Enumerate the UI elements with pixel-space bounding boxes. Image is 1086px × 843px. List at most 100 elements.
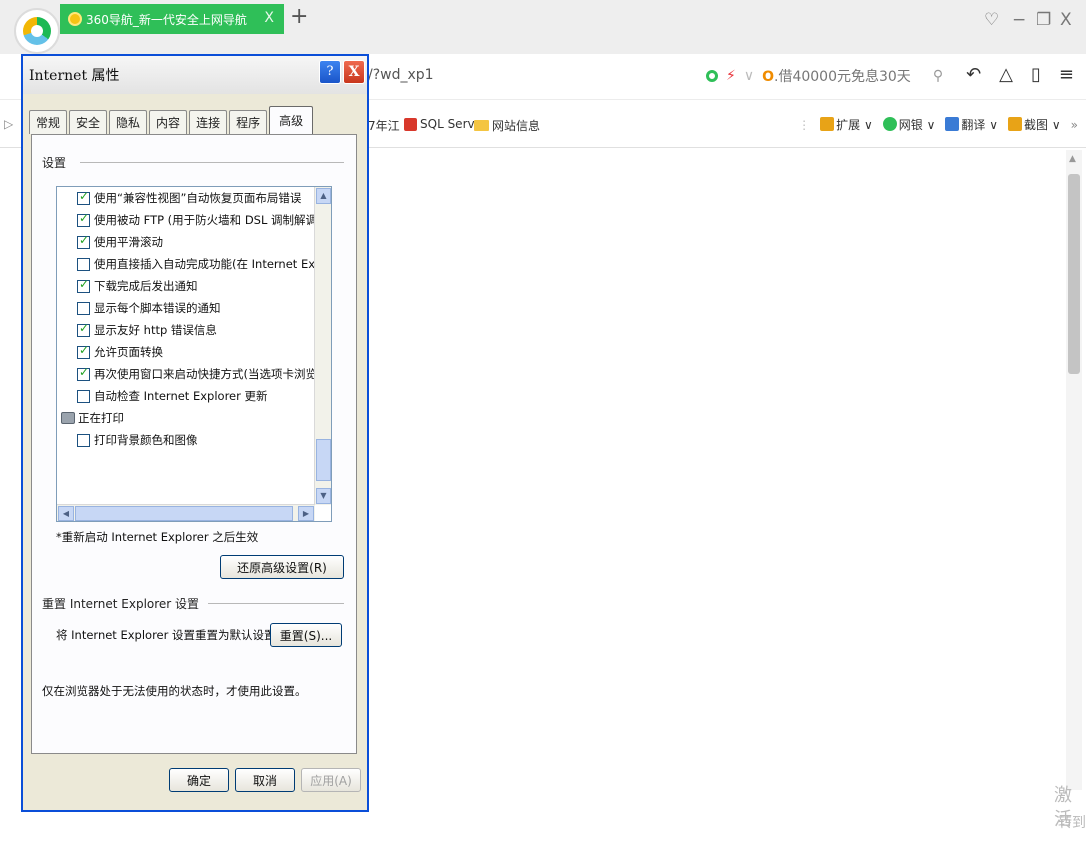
browser-tab[interactable]: 360导航_新一代安全上网导航 X: [60, 4, 284, 34]
setting-download-notify[interactable]: 下载完成后发出通知: [77, 275, 198, 297]
extensions-button[interactable]: 扩展 ∨: [820, 116, 873, 133]
scroll-up-arrow-icon[interactable]: ▲: [316, 188, 331, 204]
setting-friendly-http-errors[interactable]: 显示友好 http 错误信息: [77, 319, 217, 341]
help-button[interactable]: ?: [319, 60, 341, 84]
vertical-scroll-thumb[interactable]: [316, 439, 331, 481]
checkbox[interactable]: [77, 389, 90, 403]
checkbox[interactable]: [77, 277, 90, 293]
setting-reuse-windows[interactable]: 再次使用窗口来启动快捷方式(当选项卡浏览关闭时): [77, 363, 315, 385]
more-icon[interactable]: »: [1071, 118, 1078, 132]
checkbox[interactable]: [77, 301, 90, 315]
horizontal-scroll-thumb[interactable]: [75, 506, 293, 521]
setting-print-background[interactable]: 打印背景颜色和图像: [77, 429, 198, 451]
url-field[interactable]: /?wd_xp1: [368, 67, 434, 83]
group-label: 正在打印: [78, 411, 124, 425]
extensions-label: 扩展: [836, 118, 861, 132]
setting-passive-ftp[interactable]: 使用被动 FTP (用于防火墙和 DSL 调制解调器的兼容: [77, 209, 315, 231]
netbank-icon: [882, 117, 897, 131]
dialog-titlebar[interactable]: Internet 属性 ? X: [23, 56, 367, 94]
ok-button[interactable]: 确定: [169, 768, 229, 792]
setting-compat-view[interactable]: 使用“兼容性视图”自动恢复页面布局错误: [77, 187, 301, 209]
tab-connections[interactable]: 连接: [189, 110, 228, 134]
phone-icon[interactable]: ▯: [1031, 64, 1041, 85]
tab-close-button[interactable]: X: [264, 10, 274, 26]
setting-smooth-scroll[interactable]: 使用平滑滚动: [77, 231, 163, 253]
reset-divider: [208, 603, 344, 604]
setting-auto-update-check[interactable]: 自动检查 Internet Explorer 更新: [77, 385, 268, 407]
scroll-down-arrow-icon[interactable]: ▼: [316, 488, 331, 504]
tab-security[interactable]: 安全: [69, 110, 108, 134]
search-icon[interactable]: ⚲: [933, 68, 943, 84]
page-scrollbar[interactable]: ▲: [1066, 150, 1082, 790]
speed-mode-icon[interactable]: ⚡: [726, 68, 736, 84]
close-window-button[interactable]: X: [1060, 10, 1072, 30]
tab-title: 360导航_新一代安全上网导航: [86, 12, 247, 27]
checkbox[interactable]: [77, 233, 90, 249]
translate-label: 翻译: [961, 118, 986, 132]
settings-vertical-scrollbar[interactable]: ▲ ▼: [314, 187, 331, 505]
page-scroll-thumb[interactable]: [1068, 174, 1080, 374]
bookmarks-scroll-left-icon[interactable]: ▷: [4, 117, 13, 131]
new-tab-button[interactable]: +: [290, 6, 308, 28]
checkbox[interactable]: [77, 257, 90, 271]
scroll-left-arrow-icon[interactable]: ◀: [58, 506, 74, 521]
browser-logo-icon[interactable]: [14, 8, 60, 54]
dialog-title: Internet 属性: [29, 68, 120, 84]
tab-general[interactable]: 常规: [29, 110, 68, 134]
menu-icon[interactable]: ≡: [1059, 64, 1074, 85]
bookmark-item-folder[interactable]: 网站信息: [474, 117, 540, 134]
dropdown-chevron-icon[interactable]: ∨: [744, 68, 754, 84]
security-shield-icon[interactable]: [706, 70, 718, 82]
cancel-button[interactable]: 取消: [235, 768, 295, 792]
separator-icon: ⋮: [798, 117, 811, 132]
cloud-icon[interactable]: △: [999, 64, 1013, 85]
checkbox[interactable]: [77, 211, 90, 227]
netbank-button[interactable]: 网银 ∨: [882, 116, 935, 133]
translate-button[interactable]: 翻译 ∨: [945, 116, 998, 133]
activate-windows-watermark-sub: 转到: [1058, 815, 1086, 831]
scroll-up-icon[interactable]: ▲: [1069, 154, 1076, 164]
setting-label: 使用直接插入自动完成功能(在 Internet Explorer 】: [94, 257, 315, 271]
dialog-tabs: 常规 安全 隐私 内容 连接 程序 高级: [29, 106, 315, 134]
tab-programs[interactable]: 程序: [229, 110, 268, 134]
bookmark-label: 网站信息: [492, 119, 541, 133]
restore-button[interactable]: ❐: [1036, 10, 1051, 30]
restore-advanced-button[interactable]: 还原高级设置(R): [220, 555, 344, 579]
reset-button[interactable]: 重置(S)...: [270, 623, 342, 647]
checkbox[interactable]: [77, 321, 90, 337]
setting-label: 打印背景颜色和图像: [94, 433, 198, 447]
setting-label: 再次使用窗口来启动快捷方式(当选项卡浏览关闭时): [94, 367, 315, 381]
setting-label: 允许页面转换: [94, 345, 163, 359]
setting-script-error-notify[interactable]: 显示每个脚本错误的通知: [77, 297, 221, 319]
bookmark-item-1[interactable]: 7年江: [368, 117, 400, 134]
apply-button[interactable]: 应用(A): [301, 768, 361, 792]
pin-icon[interactable]: ♡: [984, 10, 999, 30]
reset-warning: 仅在浏览器处于无法使用的状态时，才使用此设置。: [42, 684, 307, 698]
minimize-button[interactable]: −: [1012, 10, 1026, 30]
checkbox[interactable]: [77, 365, 90, 381]
undo-icon[interactable]: ↶: [966, 64, 981, 85]
extension-bar: ⋮ 扩展 ∨ 网银 ∨ 翻译 ∨ 截图 ∨ »: [798, 116, 1078, 133]
settings-horizontal-scrollbar[interactable]: ◀ ▶: [57, 504, 315, 521]
checkbox[interactable]: [77, 189, 90, 205]
checkbox[interactable]: [77, 433, 90, 447]
setting-page-transitions[interactable]: 允许页面转换: [77, 341, 163, 363]
tab-advanced[interactable]: 高级: [269, 106, 314, 134]
tab-privacy[interactable]: 隐私: [109, 110, 148, 134]
setting-inline-autocomplete[interactable]: 使用直接插入自动完成功能(在 Internet Explorer 】: [77, 253, 315, 275]
ad-link[interactable]: O.借40000元免息30天: [762, 66, 911, 86]
translate-icon: [945, 117, 960, 131]
setting-label: 使用被动 FTP (用于防火墙和 DSL 调制解调器的兼容: [94, 213, 315, 227]
checkbox[interactable]: [77, 343, 90, 359]
scroll-right-arrow-icon[interactable]: ▶: [298, 506, 314, 521]
tab-content[interactable]: 内容: [149, 110, 188, 134]
reset-group-label: 重置 Internet Explorer 设置: [42, 597, 200, 611]
settings-listbox[interactable]: 使用“兼容性视图”自动恢复页面布局错误 使用被动 FTP (用于防火墙和 DSL…: [56, 186, 332, 522]
folder-icon: [474, 120, 489, 131]
setting-label: 下载完成后发出通知: [94, 279, 198, 293]
toolbar-icons: ↶ △ ▯ ≡: [966, 64, 1074, 85]
bookmark-item-sql[interactable]: SQL Serv: [404, 117, 475, 131]
screenshot-button[interactable]: 截图 ∨: [1008, 116, 1061, 133]
address-bar-tools: ⚡ ∨ O.借40000元免息30天 ⚲: [706, 66, 943, 86]
dialog-close-button[interactable]: X: [343, 60, 365, 84]
